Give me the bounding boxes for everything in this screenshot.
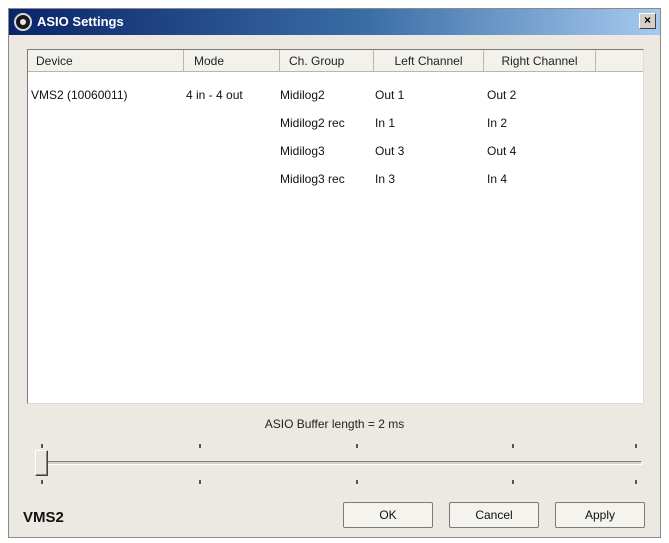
apply-button[interactable]: Apply (555, 502, 645, 528)
channel-group: Midilog3 (280, 144, 325, 158)
right-channel: In 2 (487, 116, 508, 130)
device-name: VMS2 (10060011) (31, 88, 128, 102)
slider-tick (512, 444, 514, 448)
left-channel: In 3 (375, 172, 396, 186)
buffer-length-label: ASIO Buffer length = 2 ms (264, 417, 405, 431)
column-header-filler (596, 50, 643, 72)
slider-tick (199, 444, 201, 448)
close-button[interactable]: × (639, 13, 656, 29)
slider-tick (41, 480, 43, 484)
left-channel: Out 1 (375, 88, 405, 102)
column-header-device[interactable]: Device (28, 50, 184, 72)
right-channel: Out 4 (487, 144, 517, 158)
column-header-mode[interactable]: Mode (184, 50, 280, 72)
column-header-ch-group[interactable]: Ch. Group (280, 50, 374, 72)
slider-tick (512, 480, 514, 484)
brand-label: VMS2 (23, 509, 64, 526)
channel-group: Midilog3 rec (280, 172, 345, 186)
right-channel: Out 2 (487, 88, 517, 102)
cancel-button[interactable]: Cancel (449, 502, 539, 528)
channel-group: Midilog2 rec (280, 116, 345, 130)
title-bar[interactable]: ASIO Settings × (9, 9, 660, 35)
right-channel: In 4 (487, 172, 508, 186)
column-header-row: Device Mode Ch. Group Left Channel Right… (28, 50, 643, 72)
slider-tick (356, 444, 358, 448)
column-header-right-channel[interactable]: Right Channel (484, 50, 596, 72)
window-title: ASIO Settings (37, 14, 124, 29)
channel-group: Midilog2 (280, 88, 325, 102)
slider-tick (635, 444, 637, 448)
asio-settings-dialog: ASIO Settings × Device Mode Ch. Group Le… (8, 8, 661, 538)
device-channel-list[interactable]: Device Mode Ch. Group Left Channel Right… (27, 49, 644, 404)
buffer-slider-thumb[interactable] (35, 450, 48, 476)
ok-button[interactable]: OK (343, 502, 433, 528)
slider-tick (41, 444, 43, 448)
left-channel: Out 3 (375, 144, 405, 158)
device-mode: 4 in - 4 out (186, 88, 243, 102)
slider-tick (635, 480, 637, 484)
slider-tick (199, 480, 201, 484)
slider-tick (356, 480, 358, 484)
buffer-slider-track[interactable] (37, 461, 642, 465)
asio-app-icon (14, 13, 32, 31)
left-channel: In 1 (375, 116, 396, 130)
column-header-left-channel[interactable]: Left Channel (374, 50, 484, 72)
